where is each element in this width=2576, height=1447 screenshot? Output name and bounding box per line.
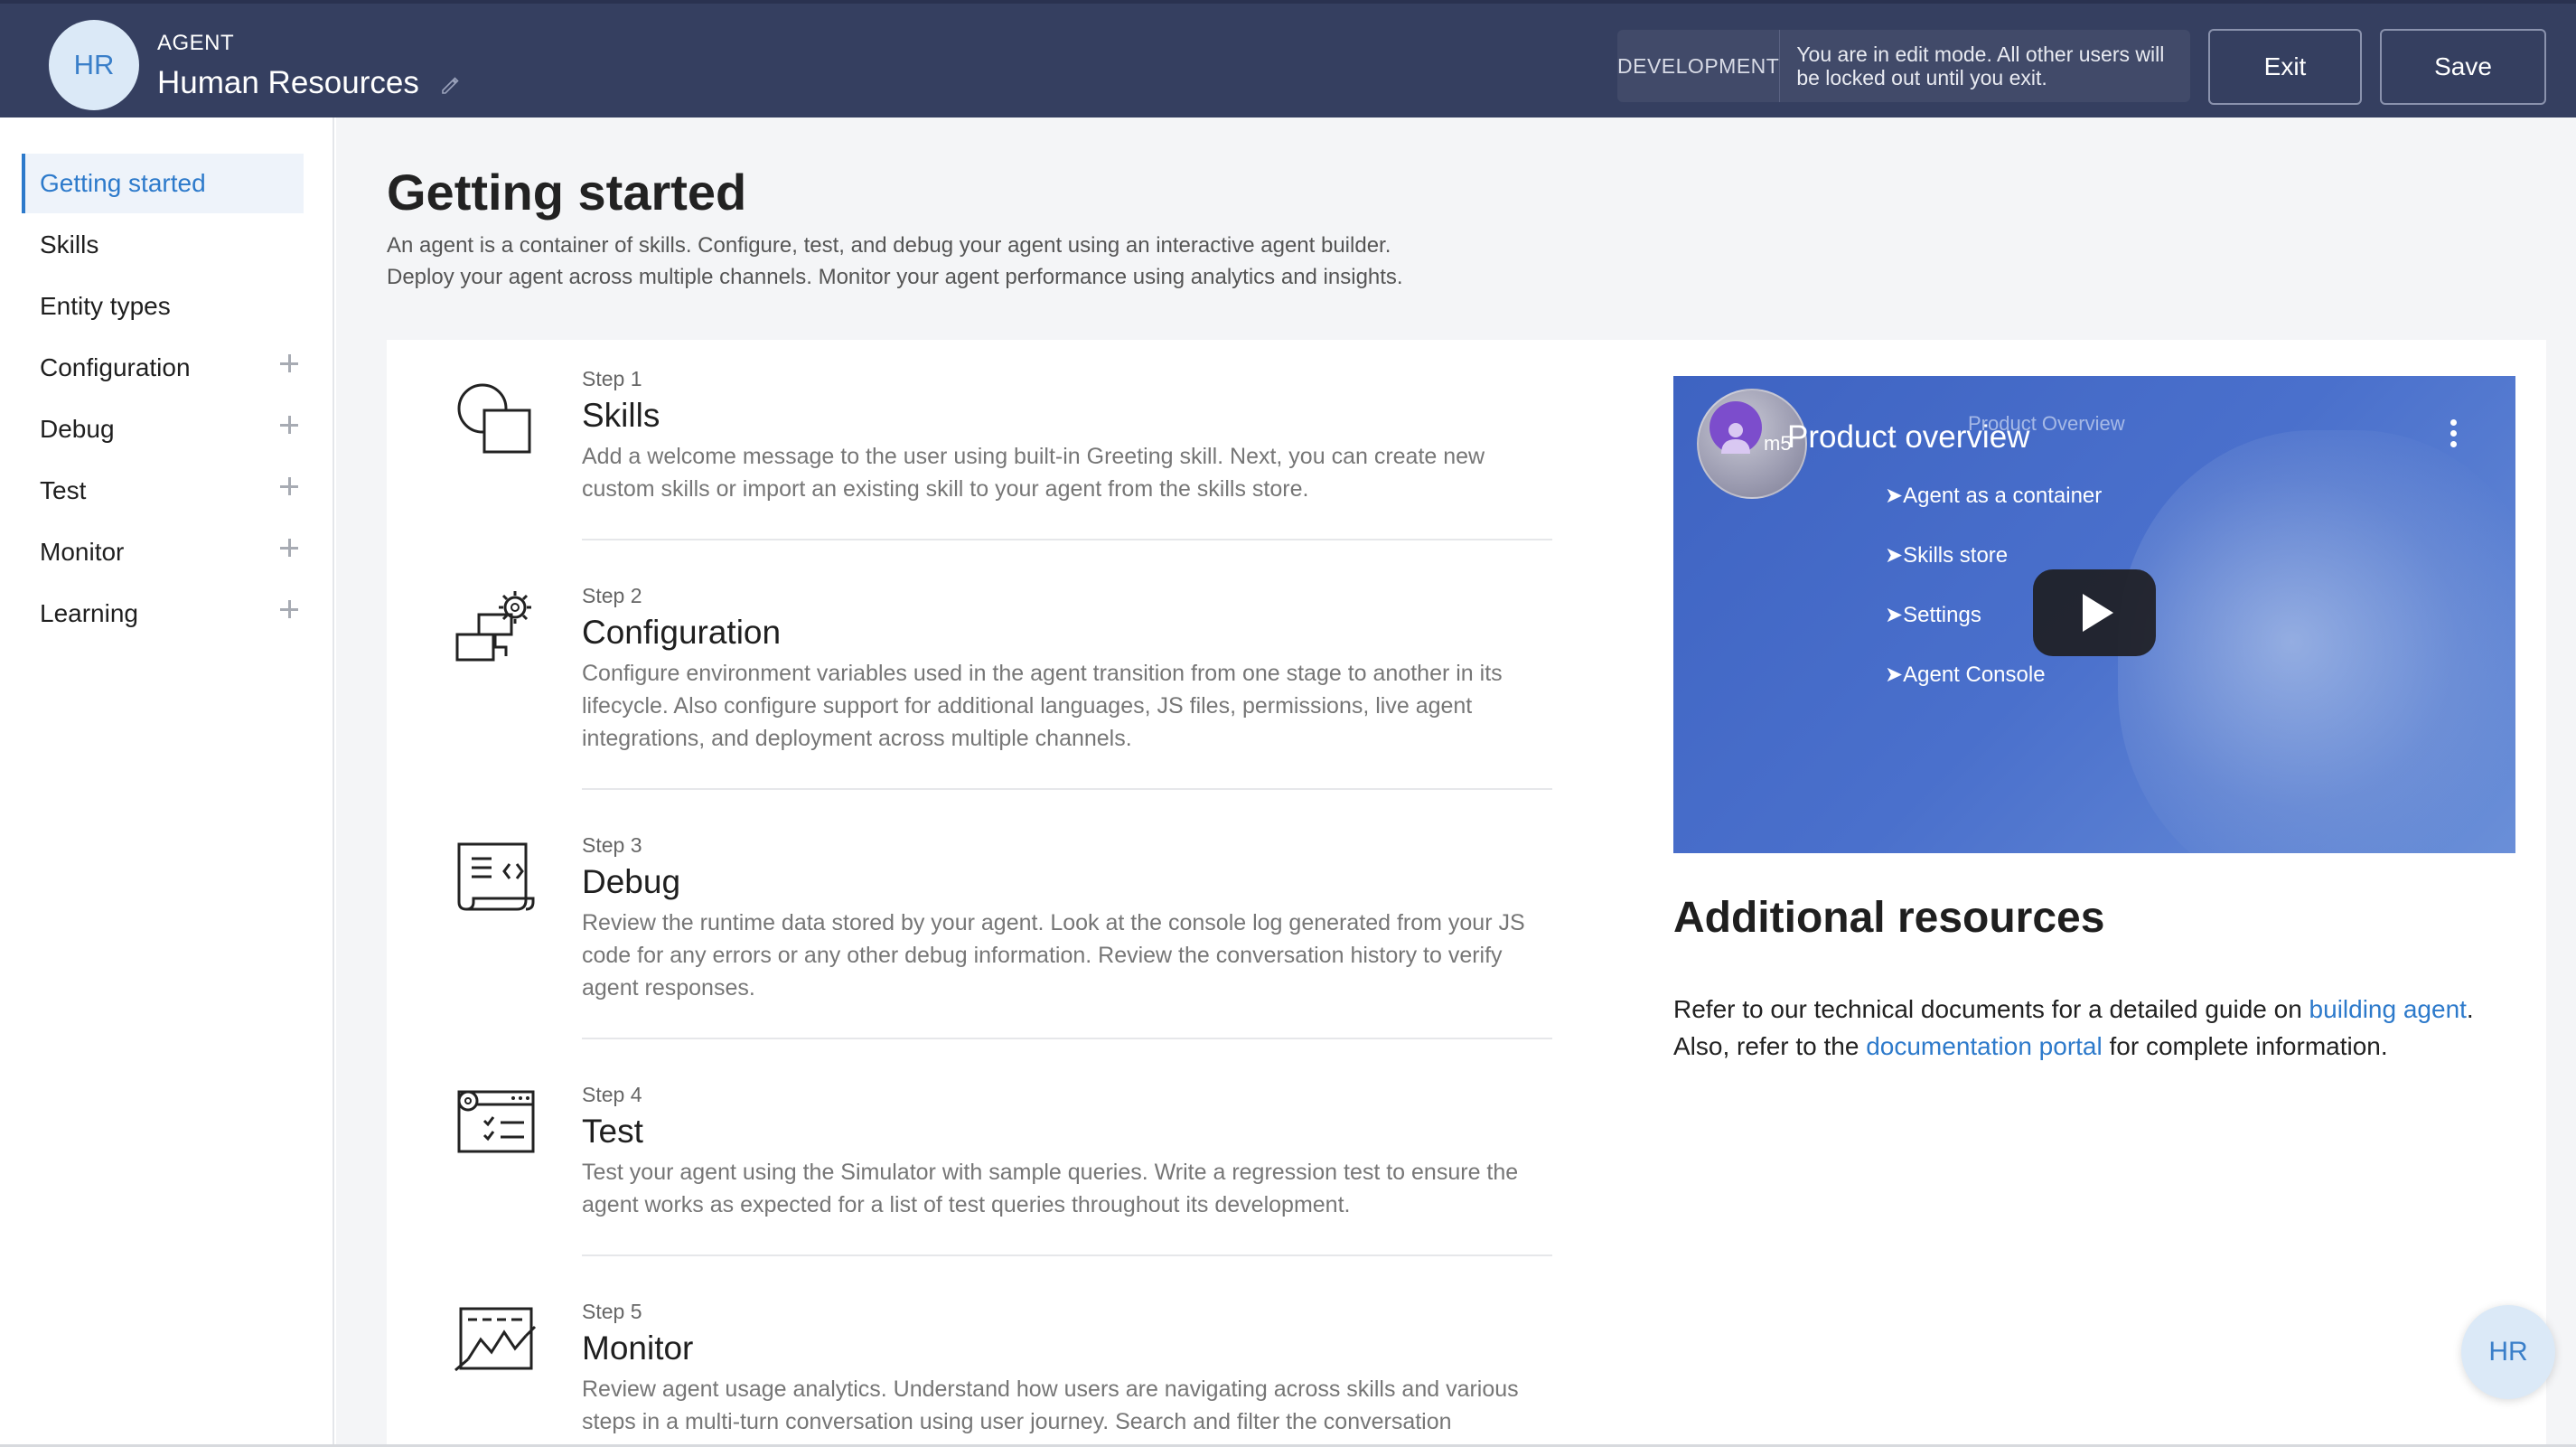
- sidebar-item-label: Getting started: [40, 169, 206, 197]
- step-description: Configure environment variables used in …: [582, 661, 1503, 751]
- sidebar-item-getting-started[interactable]: Getting started: [22, 154, 304, 213]
- video-thumbnail-graphic: [2118, 430, 2515, 853]
- product-overview-video[interactable]: Product Overview m5 Product overview ➤Ag…: [1673, 376, 2515, 853]
- step-title[interactable]: Configuration: [582, 614, 1558, 652]
- step-description: Add a welcome message to the user using …: [582, 444, 1485, 502]
- edit-mode-message: You are in edit mode. All other users wi…: [1796, 42, 2165, 89]
- expand-plus-icon[interactable]: [280, 416, 298, 434]
- more-options-icon[interactable]: [2450, 419, 2458, 452]
- video-topic: ➤Agent as a container: [1885, 484, 2103, 508]
- expand-plus-icon[interactable]: [280, 354, 298, 372]
- top-header: HR AGENT Human Resources DEVELOPMENT You…: [0, 0, 2576, 117]
- edit-pencil-icon[interactable]: [439, 74, 461, 96]
- step-body: Step 3 Debug Review the runtime data sto…: [582, 833, 1558, 1004]
- video-title[interactable]: Product overview: [1787, 419, 2029, 456]
- video-topic: ➤Agent Console: [1885, 662, 2046, 687]
- sidebar-item-label: Debug: [40, 415, 115, 443]
- expand-plus-icon[interactable]: [280, 539, 298, 557]
- sidebar-item-debug[interactable]: Debug: [22, 399, 304, 459]
- divider: [582, 1038, 1552, 1039]
- step-description: Review the runtime data stored by your a…: [582, 910, 1525, 1001]
- user-avatar-icon: [1710, 401, 1762, 454]
- sidebar-item-label: Skills: [40, 230, 99, 258]
- agent-name: Human Resources: [157, 65, 419, 100]
- step-number: Step 1: [582, 367, 642, 390]
- sidebar-item-label: Configuration: [40, 353, 191, 381]
- step-number: Step 5: [582, 1300, 642, 1323]
- sidebar: Getting started Skills Entity types Conf…: [0, 117, 334, 1447]
- configuration-icon: [455, 591, 531, 662]
- sidebar-item-monitor[interactable]: Monitor: [22, 522, 304, 582]
- sidebar-item-label: Learning: [40, 599, 138, 627]
- additional-resources-title: Additional resources: [1673, 894, 2105, 942]
- step-description: Review agent usage analytics. Understand…: [582, 1377, 1519, 1434]
- save-button[interactable]: Save: [2380, 29, 2546, 105]
- resources-text: Refer to our technical documents for a d…: [1673, 995, 2309, 1023]
- agent-avatar[interactable]: HR: [49, 20, 139, 110]
- step-body: Step 4 Test Test your agent using the Si…: [582, 1083, 1558, 1221]
- resources-text: .: [2466, 995, 2474, 1023]
- step-title[interactable]: Monitor: [582, 1330, 1558, 1367]
- step-number: Step 3: [582, 833, 642, 857]
- resources-text: for complete information.: [2102, 1032, 2388, 1060]
- building-agent-link[interactable]: building agent: [2309, 995, 2467, 1023]
- divider: [582, 788, 1552, 790]
- monitor-icon: [454, 1307, 537, 1372]
- environment-badge: DEVELOPMENT: [1617, 30, 1781, 102]
- divider: [582, 539, 1552, 540]
- edit-mode-notice: DEVELOPMENT You are in edit mode. All ot…: [1617, 30, 2190, 102]
- expand-plus-icon[interactable]: [280, 477, 298, 495]
- exit-button[interactable]: Exit: [2208, 29, 2362, 105]
- main-content: Getting started An agent is a container …: [336, 117, 2576, 1447]
- step-number: Step 4: [582, 1083, 642, 1106]
- step-title[interactable]: Skills: [582, 397, 1558, 435]
- sidebar-item-configuration[interactable]: Configuration: [22, 338, 304, 398]
- sidebar-item-learning[interactable]: Learning: [22, 584, 304, 644]
- divider: [582, 1254, 1552, 1256]
- page-title: Getting started: [387, 164, 747, 221]
- page-description: An agent is a container of skills. Confi…: [387, 230, 1403, 293]
- step-description: Test your agent using the Simulator with…: [582, 1160, 1519, 1217]
- step-body: Step 1 Skills Add a welcome message to t…: [582, 367, 1558, 505]
- expand-plus-icon[interactable]: [280, 600, 298, 618]
- sidebar-item-test[interactable]: Test: [22, 461, 304, 521]
- resources-text: Also, refer to the: [1673, 1032, 1867, 1060]
- step-body: Step 5 Monitor Review agent usage analyt…: [582, 1300, 1558, 1438]
- skills-icon: [457, 383, 531, 454]
- step-title[interactable]: Debug: [582, 863, 1558, 901]
- sidebar-item-label: Test: [40, 476, 87, 504]
- additional-resources-text: Refer to our technical documents for a d…: [1673, 991, 2541, 1065]
- getting-started-card: Step 1 Skills Add a welcome message to t…: [387, 340, 2546, 1447]
- sidebar-item-entity-types[interactable]: Entity types: [22, 277, 304, 336]
- documentation-portal-link[interactable]: documentation portal: [1866, 1032, 2103, 1060]
- sidebar-item-label: Monitor: [40, 538, 125, 566]
- test-icon: [457, 1090, 535, 1153]
- sidebar-item-label: Entity types: [40, 292, 171, 320]
- description-line: An agent is a container of skills. Confi…: [387, 233, 1391, 258]
- step-number: Step 2: [582, 584, 642, 607]
- step-body: Step 2 Configuration Configure environme…: [582, 584, 1558, 755]
- debug-icon: [457, 842, 535, 911]
- agent-label: AGENT: [157, 31, 235, 55]
- description-line: Deploy your agent across multiple channe…: [387, 265, 1403, 289]
- step-title[interactable]: Test: [582, 1113, 1558, 1151]
- play-button[interactable]: [2033, 569, 2156, 656]
- user-avatar-button[interactable]: HR: [2461, 1305, 2555, 1399]
- sidebar-item-skills[interactable]: Skills: [22, 215, 304, 275]
